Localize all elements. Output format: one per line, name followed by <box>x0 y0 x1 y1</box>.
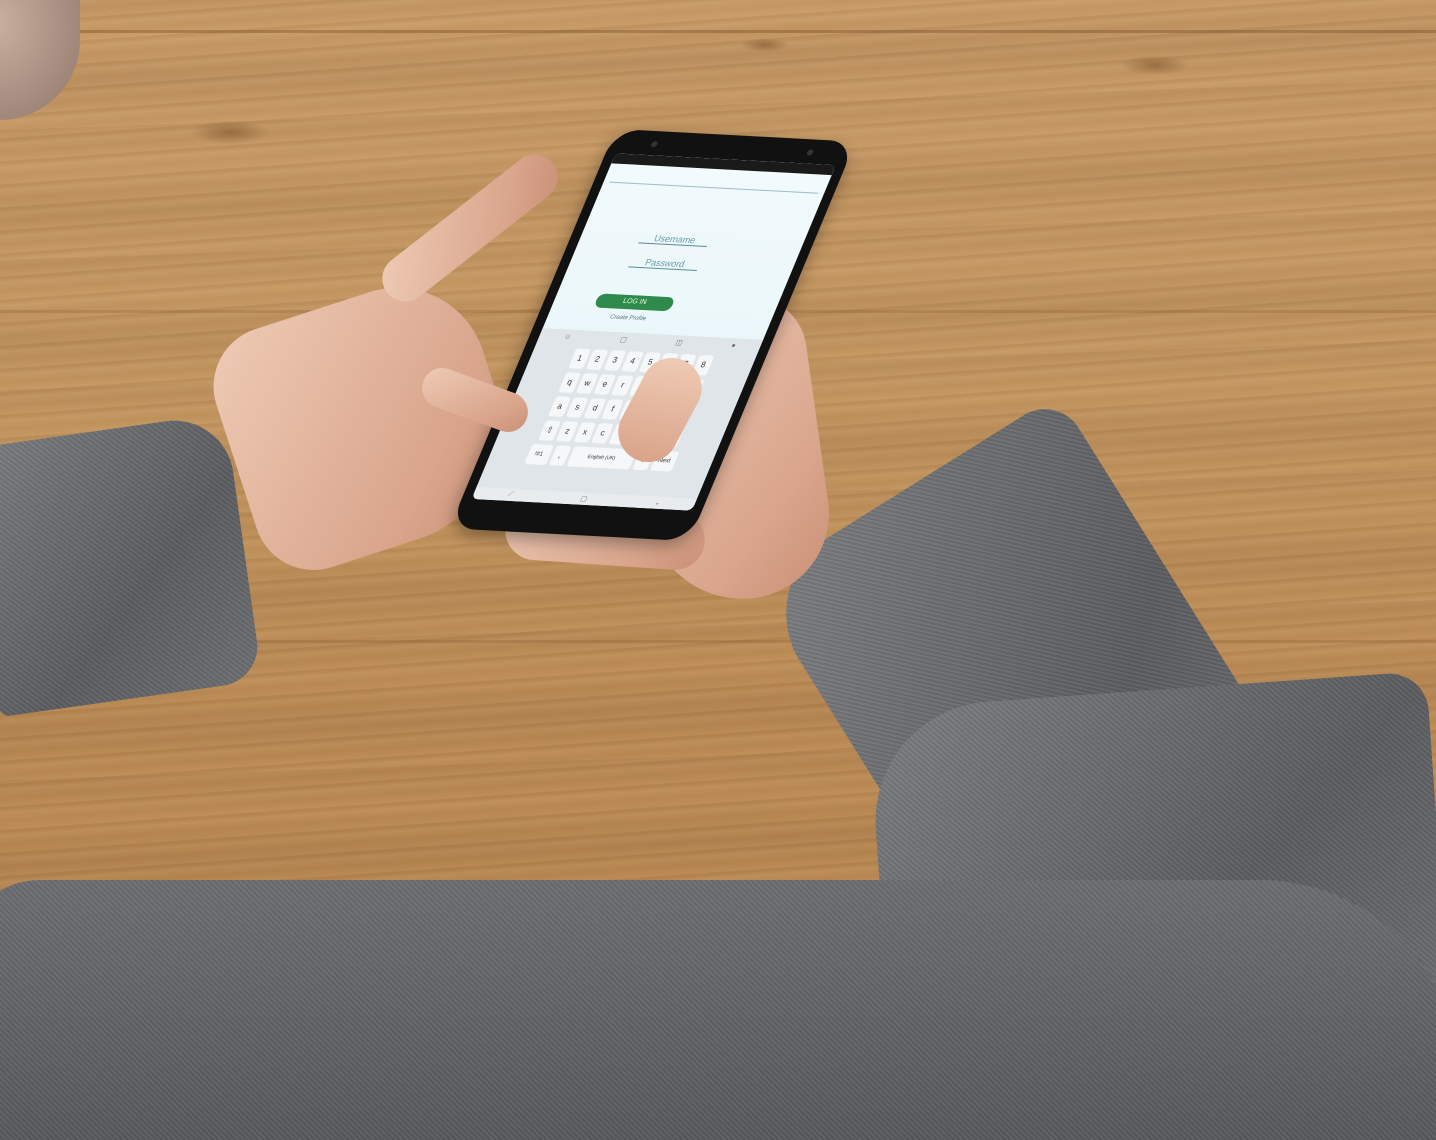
torso <box>0 880 1436 1140</box>
head <box>0 0 80 120</box>
front-camera-icon <box>650 141 659 148</box>
wood-knot <box>740 38 790 52</box>
wood-knot <box>190 120 270 144</box>
header-divider <box>609 181 819 194</box>
sensor-icon <box>805 149 815 156</box>
home-icon[interactable]: ▢ <box>579 495 589 503</box>
create-profile-link[interactable]: Create Profile <box>586 313 669 323</box>
status-bar <box>611 153 836 176</box>
emoji-icon[interactable]: ☺ <box>563 333 573 340</box>
wood-knot <box>1120 55 1190 75</box>
username-field[interactable]: Username <box>638 232 712 248</box>
navigation-bar: ⟋ ▢ ⌄ <box>471 486 698 511</box>
gif-icon[interactable]: ◫ <box>674 338 684 346</box>
login-button[interactable]: LOG IN <box>593 293 676 312</box>
table-seam <box>0 30 1436 33</box>
sticker-icon[interactable]: ▢ <box>619 335 629 343</box>
left-sleeve <box>0 412 263 718</box>
microphone-icon[interactable]: ● <box>730 342 737 349</box>
recent-apps-icon[interactable]: ⟋ <box>506 491 515 499</box>
password-field[interactable]: Password <box>628 256 702 272</box>
left-index-finger <box>373 145 567 311</box>
back-icon[interactable]: ⌄ <box>653 499 662 507</box>
